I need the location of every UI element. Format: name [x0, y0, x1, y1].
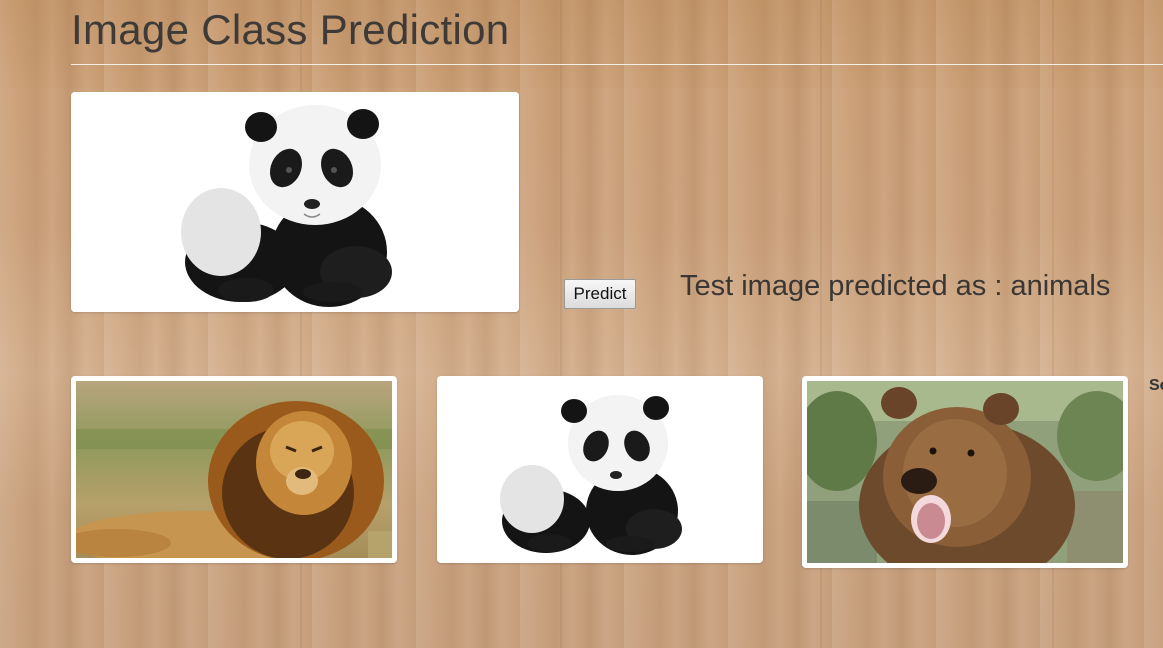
prediction-result: Test image predicted as : animals [680, 270, 1111, 302]
gallery-item-lion[interactable] [71, 376, 397, 563]
predict-button[interactable]: Predict [564, 279, 636, 309]
gallery-side-label: Se [1149, 377, 1163, 394]
gallery-item-bear[interactable] [802, 376, 1128, 568]
brown-bear-image [807, 381, 1123, 563]
title-divider [71, 64, 1163, 65]
gallery-item-panda[interactable] [437, 376, 763, 563]
panda-cub-image [442, 381, 758, 558]
test-image-preview [71, 92, 519, 312]
panda-cub-image [71, 92, 519, 312]
lion-image [76, 381, 392, 558]
page-title: Image Class Prediction [71, 6, 510, 53]
